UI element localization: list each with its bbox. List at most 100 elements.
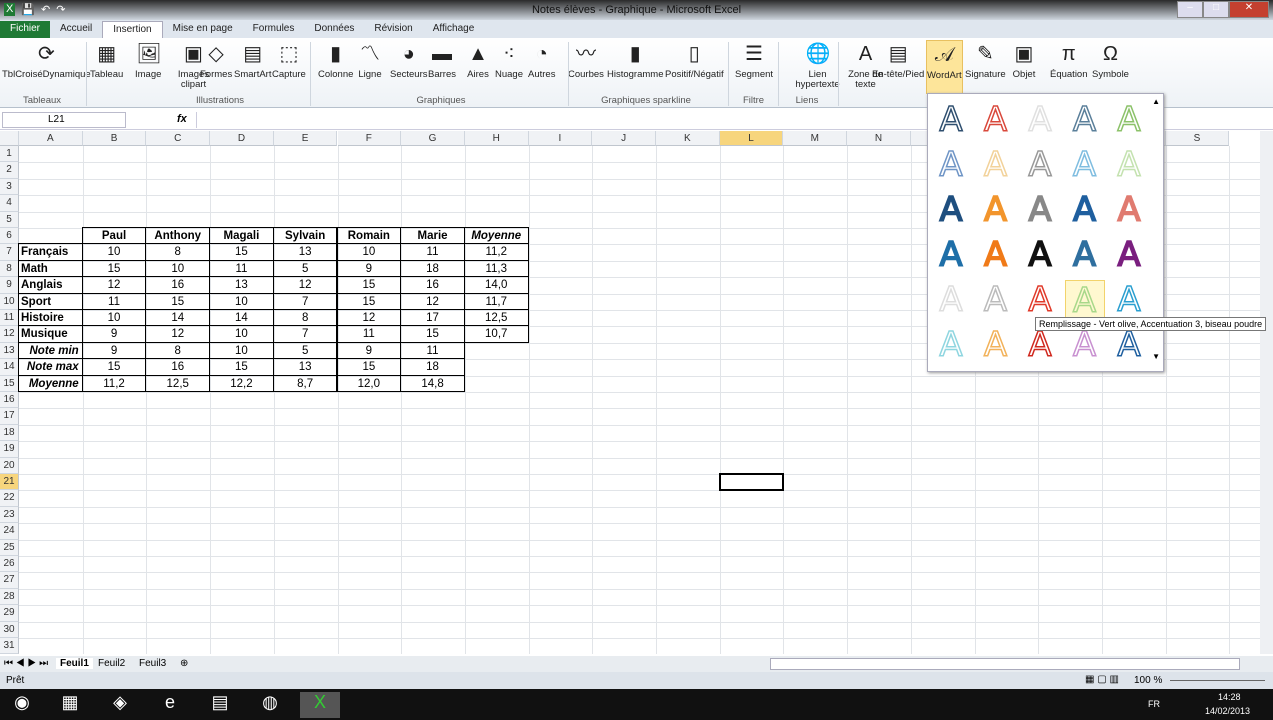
row-header-9[interactable]: 9 [0,277,19,294]
cell[interactable]: Marie [400,227,465,245]
calculator-icon[interactable]: ▦ [50,692,90,718]
cell[interactable]: 14 [209,309,274,327]
cell[interactable]: 16 [145,358,211,376]
histogramme-button[interactable]: ▮ Histogramme [607,40,664,80]
column-header-S[interactable]: S [1165,131,1230,146]
cell[interactable]: Note min [18,341,83,360]
cell[interactable]: 11,2 [81,374,147,392]
row-header-7[interactable]: 7 [0,244,19,261]
wordart-style-option[interactable]: A [976,324,1016,366]
cell[interactable]: 18 [400,358,465,376]
row-header-14[interactable]: 14 [0,359,19,376]
sheet-tab-feuil3[interactable]: Feuil3 [139,658,166,669]
maximize-button[interactable]: □ [1203,1,1229,18]
cell[interactable]: 11 [81,292,147,310]
wordart-style-option[interactable]: A [931,189,971,231]
autres-button[interactable]: ◔ Autres [528,40,555,80]
row-header-19[interactable]: 19 [0,441,19,458]
cell[interactable]: 12,2 [209,374,274,392]
cell[interactable]: Moyenne [463,227,529,245]
cell[interactable]: Paul [81,227,147,245]
row-header-31[interactable]: 31 [0,638,19,654]
row-header-2[interactable]: 2 [0,162,19,179]
row-header-26[interactable]: 26 [0,556,19,573]
row-header-17[interactable]: 17 [0,408,19,425]
row-header-28[interactable]: 28 [0,588,19,606]
wordart-style-option[interactable]: A [931,234,971,276]
cell[interactable]: 12 [272,276,338,294]
cell[interactable]: Sylvain [272,227,338,245]
wordart-style-option[interactable]: A [1109,234,1149,276]
cell[interactable]: Romain [336,227,402,245]
column-header-B[interactable]: B [82,131,147,146]
tab-formules[interactable]: Formules [243,21,305,38]
cell[interactable]: 9 [81,325,147,343]
cell[interactable]: 11 [336,325,402,343]
cell[interactable]: 15 [81,358,147,376]
cell[interactable]: 5 [272,341,338,360]
column-header-L[interactable]: L [719,131,784,146]
notes-icon[interactable]: ◈ [100,692,140,718]
cell[interactable]: 13 [272,358,338,376]
wordart-style-option[interactable]: A [1065,99,1105,141]
zoom-level[interactable]: 100 % [1134,675,1162,686]
cell[interactable]: 11 [400,243,465,261]
cell[interactable]: 12 [400,292,465,310]
cell[interactable]: Anthony [145,227,211,245]
cell[interactable]: Musique [18,325,83,343]
column-header-J[interactable]: J [592,131,656,146]
wordart-style-option[interactable]: A [931,279,971,321]
row-header-18[interactable]: 18 [0,424,19,442]
objet-button[interactable]: ▣ Objet [1012,40,1036,80]
cell[interactable]: Français [18,243,83,261]
name-box[interactable]: L21 [2,112,126,128]
cell[interactable]: 8 [145,243,211,261]
ligne-button[interactable]: 〽 Ligne [358,40,382,80]
wordart-button[interactable]: 𝒜 WordArt [926,40,963,94]
wordart-style-option[interactable]: A [1064,280,1105,322]
cell[interactable]: 16 [145,276,211,294]
barres-button[interactable]: ▬ Barres [428,40,456,80]
selected-cell[interactable] [718,473,785,492]
row-header-21[interactable]: 21 [0,474,19,491]
cell[interactable]: 11 [209,259,274,278]
signature-button[interactable]: ✎ Signature [965,40,1006,80]
row-header-29[interactable]: 29 [0,605,19,622]
clock-date[interactable]: 14/02/2013 [1205,706,1250,716]
cell[interactable]: 11,3 [463,259,529,278]
formes-button[interactable]: ◇ Formes [200,40,232,80]
sheet-nav-icon[interactable]: ⏮ ◀ ▶ ⏭ [4,658,48,669]
row-header-6[interactable]: 6 [0,228,19,245]
wordart-style-option[interactable]: A [931,99,971,141]
zoom-slider[interactable] [1170,680,1265,681]
cell[interactable]: 10 [81,309,147,327]
cell[interactable]: 17 [400,309,465,327]
tab-fichier[interactable]: Fichier [0,21,51,38]
wordart-style-option[interactable]: A [1020,99,1060,141]
smartart-button[interactable]: ▤ SmartArt [234,40,271,80]
sheet-tab-feuil1[interactable]: Feuil1 [56,658,93,669]
cell[interactable]: 7 [272,325,338,343]
column-header-M[interactable]: M [783,131,848,146]
cell[interactable]: 13 [209,276,274,294]
cell[interactable]: Magali [209,227,274,245]
excel-icon[interactable]: X [300,692,340,718]
positif-négatif-button[interactable]: ▯ Positif/Négatif [665,40,724,80]
cell[interactable]: Sport [18,292,83,310]
wordart-style-option[interactable]: A [931,324,971,366]
wordart-style-option[interactable]: A [1020,324,1060,366]
cell[interactable]: Note max [18,358,83,376]
tableau-button[interactable]: ▦ Tableau [90,40,123,80]
cell[interactable]: 12 [81,276,147,294]
cell[interactable]: 18 [400,259,465,278]
cell[interactable]: 10 [145,259,211,278]
cell[interactable]: 13 [272,243,338,261]
view-buttons[interactable]: ▦ ▢ ▥ [1085,674,1119,685]
aires-button[interactable]: ▲ Aires [466,40,490,80]
gallery-scroll-down[interactable]: ▼ [1152,352,1160,361]
cell[interactable]: 12,5 [145,374,211,392]
wordart-style-option[interactable]: A [1065,234,1105,276]
cell[interactable]: 8 [145,341,211,360]
row-header-15[interactable]: 15 [0,375,19,392]
cell[interactable]: 14,0 [463,276,529,294]
